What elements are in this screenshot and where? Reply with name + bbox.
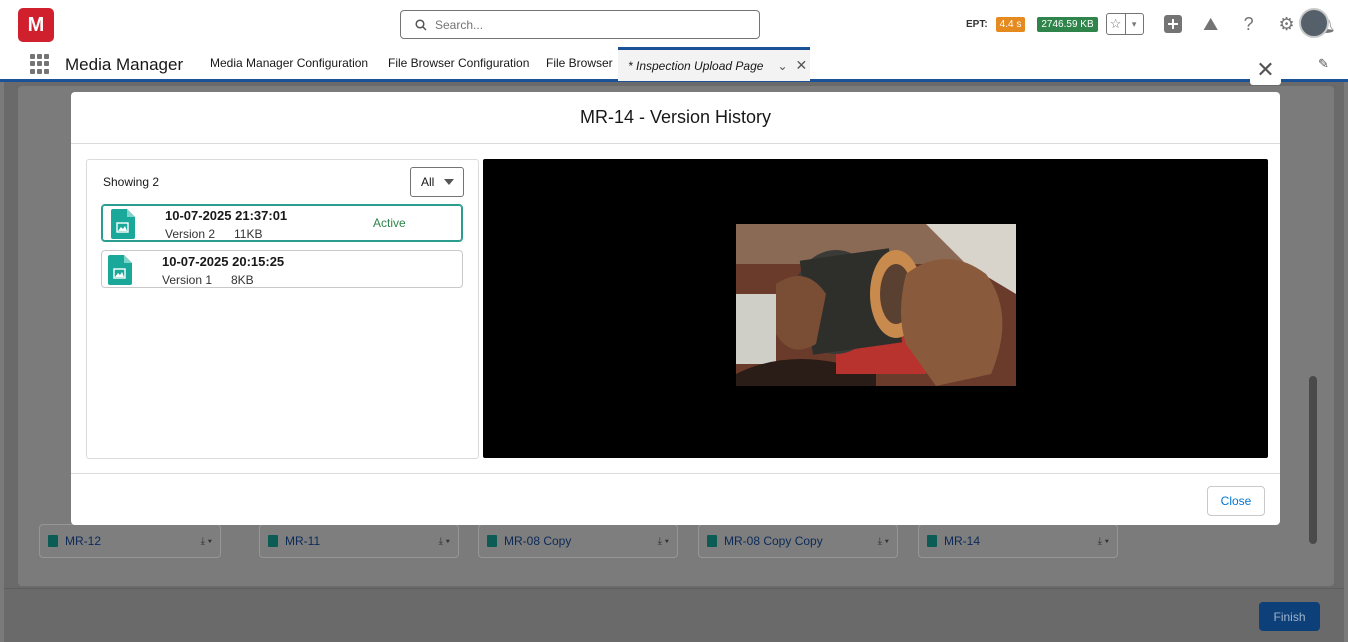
- app-launcher-icon[interactable]: [30, 54, 50, 74]
- media-card-mr-11[interactable]: MR-11 ⤓ ▾: [259, 524, 459, 558]
- help-icon[interactable]: ?: [1234, 13, 1264, 35]
- search-icon: [415, 18, 427, 31]
- star-icon[interactable]: ☆: [1107, 14, 1125, 34]
- media-card-mr-12[interactable]: MR-12 ⤓ ▾: [39, 524, 221, 558]
- media-card-label: MR-12: [65, 534, 102, 548]
- favorites-group: ☆ ▾: [1105, 13, 1144, 35]
- download-icon[interactable]: ⤓ ▾: [1098, 536, 1109, 547]
- filter-value: All: [421, 175, 435, 189]
- download-icon[interactable]: ⤓ ▾: [439, 536, 450, 547]
- image-file-icon: [108, 255, 132, 285]
- trailhead-icon[interactable]: ⛰: [1196, 13, 1226, 35]
- ept-badge: 4.4 s: [995, 16, 1026, 32]
- modal-title: MR-14 - Version History: [579, 107, 772, 127]
- global-search-input[interactable]: Search...: [400, 10, 760, 39]
- add-icon[interactable]: [1158, 13, 1188, 35]
- modal-body: Showing 2 All 10-07-2025 21:37:01 Versio…: [71, 144, 1280, 474]
- app-nav-bar: Media Manager Media Manager Configuratio…: [0, 47, 1348, 82]
- edit-nav-icon[interactable]: ✎: [1318, 56, 1329, 72]
- modal-footer: Close: [71, 473, 1280, 525]
- tab-inspection-upload-page[interactable]: * Inspection Upload Page ⌄ ✕: [618, 47, 810, 81]
- file-icon: [268, 535, 278, 547]
- media-card-mr-14[interactable]: MR-14 ⤓ ▾: [918, 524, 1118, 558]
- media-card-label: MR-14: [944, 534, 981, 548]
- version-number: Version 2: [165, 227, 216, 241]
- chevron-down-icon[interactable]: ▾: [1124, 14, 1143, 34]
- app-logo[interactable]: M: [18, 8, 54, 42]
- tab-label: * Inspection Upload Page: [628, 58, 764, 73]
- ept-label: EPT:: [966, 18, 988, 30]
- media-card-label: MR-11: [285, 534, 321, 548]
- file-icon: [707, 535, 717, 547]
- version-size: 8KB: [231, 273, 254, 287]
- version-history-modal: MR-14 - Version History Showing 2 All 10…: [71, 92, 1280, 525]
- close-tab-icon[interactable]: ✕: [796, 57, 808, 74]
- version-filter-select[interactable]: All: [410, 167, 464, 197]
- version-size: 11KB: [234, 227, 263, 241]
- close-button[interactable]: Close: [1207, 486, 1265, 516]
- file-icon: [927, 535, 937, 547]
- showing-count: Showing 2: [103, 175, 160, 189]
- version-row[interactable]: 10-07-2025 21:37:01 Version 2 11KB Activ…: [101, 204, 463, 242]
- scrollbar-thumb[interactable]: [1309, 376, 1317, 544]
- tab-file-browser-configuration[interactable]: File Browser Configuration: [388, 56, 529, 70]
- version-date: 10-07-2025 20:15:25: [162, 254, 285, 269]
- file-icon: [487, 535, 497, 547]
- header-utilities: EPT: 4.4 s 2746.59 KB ☆ ▾ ⛰ ? ⚙ 🔔︎: [966, 13, 1340, 35]
- chevron-down-icon[interactable]: ⌄: [777, 59, 787, 73]
- media-card-label: MR-08 Copy: [504, 534, 572, 548]
- download-icon[interactable]: ⤓ ▾: [878, 536, 889, 547]
- tab-media-manager-configuration[interactable]: Media Manager Configuration: [210, 56, 368, 70]
- global-header: M Search... EPT: 4.4 s 2746.59 KB ☆ ▾ ⛰ …: [0, 0, 1348, 48]
- gear-icon[interactable]: ⚙: [1272, 13, 1302, 35]
- search-placeholder: Search...: [435, 17, 484, 32]
- avatar[interactable]: [1299, 8, 1329, 38]
- version-number: Version 1: [162, 273, 213, 287]
- version-row[interactable]: 10-07-2025 20:15:25 Version 1 8KB: [101, 250, 463, 288]
- status-badge: Active: [373, 216, 406, 230]
- chevron-down-icon: [444, 179, 454, 185]
- finish-button[interactable]: Finish: [1259, 602, 1320, 631]
- media-card-mr-08-copy-copy[interactable]: MR-08 Copy Copy ⤓ ▾: [698, 524, 898, 558]
- download-icon[interactable]: ⤓ ▾: [201, 536, 212, 547]
- version-date: 10-07-2025 21:37:01: [165, 208, 288, 223]
- media-card-label: MR-08 Copy Copy: [724, 534, 823, 548]
- footer-divider: [4, 588, 1344, 589]
- app-name: Media Manager: [65, 55, 184, 74]
- file-icon: [48, 535, 58, 547]
- modal-header: MR-14 - Version History: [71, 92, 1280, 144]
- tab-file-browser[interactable]: File Browser: [546, 56, 613, 70]
- download-icon[interactable]: ⤓ ▾: [658, 536, 669, 547]
- preview-image: [736, 224, 1016, 386]
- version-list-panel: Showing 2 All 10-07-2025 21:37:01 Versio…: [86, 159, 479, 459]
- media-card-mr-08-copy[interactable]: MR-08 Copy ⤓ ▾: [478, 524, 678, 558]
- image-file-icon: [111, 209, 135, 239]
- media-preview: [483, 159, 1268, 458]
- page-size-badge: 2746.59 KB: [1037, 16, 1098, 32]
- modal-close-icon[interactable]: ✕: [1250, 54, 1281, 85]
